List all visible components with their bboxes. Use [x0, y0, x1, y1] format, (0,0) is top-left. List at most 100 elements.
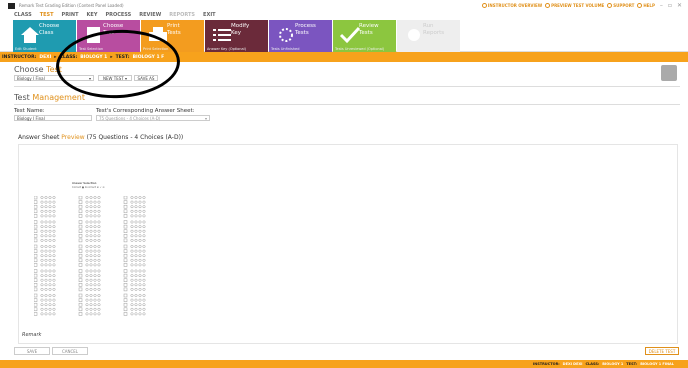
answer-sheet-preview-heading: Answer Sheet Preview (75 Questions - 4 C… [18, 134, 183, 141]
check-icon [339, 26, 361, 44]
help-link[interactable]: HELP [637, 3, 655, 8]
process-tests-sub: Tests Unfinished [271, 47, 300, 51]
bubble-row [123, 263, 146, 267]
bubble-row [34, 307, 56, 312]
menu-test[interactable]: TEST [40, 12, 54, 18]
modify-key-title: Modify Key [231, 23, 250, 36]
home-icon [21, 27, 39, 43]
menu-key[interactable]: KEY [87, 12, 98, 18]
bubble-row [123, 196, 146, 200]
menu-bar: CLASS TEST PRINT KEY PROCESS REVIEW REPO… [0, 11, 688, 19]
maximize-icon[interactable]: ▫ [668, 2, 672, 9]
run-reports-title: Run Reports [423, 23, 445, 36]
remark-logo: Remark [22, 332, 42, 338]
bubble-row [123, 302, 146, 307]
bubble-row [78, 287, 101, 292]
bubble-row [123, 204, 146, 209]
preview-detail: (75 Questions - 4 Choices (A-D)) [86, 134, 184, 141]
bubble-row [123, 220, 146, 224]
management-heading-highlight: Management [32, 93, 86, 102]
save-button[interactable]: SAVE [14, 347, 50, 355]
review-tests-title: Review Tests [359, 23, 379, 36]
bubble-row [34, 263, 56, 267]
menu-class[interactable]: CLASS [14, 12, 32, 18]
bubble-row [123, 287, 146, 292]
cancel-button[interactable]: CANCEL [52, 347, 88, 355]
help-icon [637, 3, 643, 8]
management-heading-text: Test [14, 93, 30, 102]
bubble-row [34, 220, 56, 224]
status-instructor: DEXI DEXI [562, 362, 583, 366]
test-name-label: Test Name: [14, 108, 45, 114]
delete-test-button[interactable]: DELETE TEST [645, 347, 679, 355]
preview-volume-link[interactable]: PREVIEW TEST VOLUME [545, 3, 604, 8]
sheet-legend: Correct ● Incorrect ⊗ ✓ ⊘ [72, 186, 105, 189]
breadcrumb-instructor[interactable]: DEXI [39, 55, 51, 60]
test-management-heading: Test Management [14, 93, 85, 102]
bubble-row [123, 269, 146, 273]
bubble-row [34, 209, 56, 214]
test-name-value: Biology I Final [17, 116, 45, 121]
close-icon[interactable]: ✕ [677, 2, 682, 9]
bubble-row [34, 258, 56, 263]
bubble-row [34, 312, 56, 316]
bubble-row [123, 234, 146, 238]
answer-sheet-select[interactable]: 75 Questions - 4 Choices (A-D) ▾ [96, 115, 210, 121]
preview-volume-label: PREVIEW TEST VOLUME [551, 3, 605, 8]
bubble-row [78, 209, 101, 214]
bubble-row [78, 238, 101, 243]
bubble-row [34, 224, 56, 229]
bubble-row [78, 307, 101, 312]
bubble-row [78, 263, 101, 267]
bubble-row [78, 244, 101, 249]
instructor-overview-label: INSTRUCTOR OVERVIEW [487, 3, 543, 8]
bubble-row [123, 200, 146, 204]
bubble-row [34, 238, 56, 243]
bubble-row [78, 224, 101, 229]
app-icon [8, 2, 15, 9]
run-reports-tile[interactable]: Run Reports [397, 20, 460, 52]
window-titlebar: Remark Test Grading Edition (Contest Pan… [0, 0, 688, 11]
status-instructor-label: INSTRUCTOR: [532, 362, 560, 366]
status-bar: INSTRUCTOR: DEXI DEXI CLASS: BIOLOGY 1 T… [0, 360, 688, 368]
minimize-icon[interactable]: – [660, 2, 663, 9]
status-test: BIOLOGY 1 FINAL [640, 362, 674, 366]
menu-exit[interactable]: EXIT [203, 12, 216, 18]
divider [14, 104, 680, 105]
list-icon [213, 29, 231, 41]
menu-reports[interactable]: REPORTS [169, 12, 195, 18]
menu-print[interactable]: PRINT [62, 12, 79, 18]
process-icon [279, 28, 293, 42]
bubble-row [78, 293, 101, 298]
preview-label-highlight: Preview [61, 134, 85, 141]
bubble-row [123, 307, 146, 312]
circle-icon [481, 3, 487, 8]
bubble-row [34, 249, 56, 253]
process-tests-tile[interactable]: Process Tests Tests Unfinished [269, 20, 332, 52]
modify-key-sub: Answer Key (Optional) [207, 47, 246, 51]
bubble-row [78, 253, 101, 258]
bubble-row [123, 258, 146, 263]
bubble-row [123, 273, 146, 278]
chevron-down-icon: ▾ [204, 116, 207, 121]
grid-view-icon[interactable] [661, 65, 677, 81]
bubble-row [78, 204, 101, 209]
bubble-row [78, 234, 101, 238]
test-name-input[interactable]: Biology I Final [14, 115, 92, 121]
menu-review[interactable]: REVIEW [139, 12, 161, 18]
bubble-row [78, 298, 101, 302]
bubble-row [34, 229, 56, 233]
bubble-row [123, 283, 146, 287]
bubble-row [123, 244, 146, 249]
modify-key-tile[interactable]: Modify Key Answer Key (Optional) [205, 20, 268, 52]
menu-process[interactable]: PROCESS [105, 12, 131, 18]
bubble-row [34, 244, 56, 249]
bubble-row [34, 273, 56, 278]
instructor-overview-link[interactable]: INSTRUCTOR OVERVIEW [481, 3, 543, 8]
bubble-row [34, 302, 56, 307]
bubble-row [34, 234, 56, 238]
review-tests-tile[interactable]: Review Tests Tests Unreviewed (Optional) [333, 20, 396, 52]
bubble-row [34, 269, 56, 273]
support-link[interactable]: SUPPORT [607, 3, 634, 8]
bubble-grid [34, 196, 146, 316]
